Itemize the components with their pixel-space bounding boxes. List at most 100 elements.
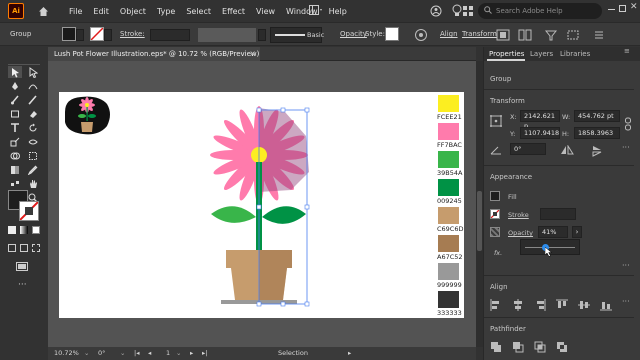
maximize-icon[interactable] bbox=[619, 5, 626, 12]
blend-tool-icon[interactable] bbox=[8, 178, 22, 190]
hand-tool-icon[interactable] bbox=[26, 178, 40, 190]
width-tool-icon[interactable] bbox=[26, 136, 40, 148]
rotate-tool-icon[interactable] bbox=[26, 122, 40, 134]
profile-dropdown[interactable] bbox=[258, 29, 266, 41]
document-tab[interactable]: Lush Pot Flower Illustration.eps* @ 10.7… bbox=[48, 47, 260, 61]
w-field[interactable]: 454.762 pt bbox=[574, 110, 620, 122]
none-mode-icon[interactable] bbox=[32, 226, 40, 234]
opacity-slider-popup[interactable] bbox=[520, 239, 580, 257]
variable-width-profile[interactable] bbox=[198, 28, 256, 42]
direct-selection-tool-icon[interactable] bbox=[26, 66, 40, 78]
menu-file[interactable]: File bbox=[69, 7, 82, 16]
minimize-icon[interactable] bbox=[608, 9, 615, 10]
close-document-icon[interactable]: × bbox=[249, 47, 256, 61]
stroke-label[interactable]: Stroke: bbox=[120, 30, 145, 38]
color-swatch[interactable] bbox=[438, 291, 459, 308]
menu-type[interactable]: Type bbox=[157, 7, 175, 16]
color-swatch[interactable] bbox=[438, 235, 459, 252]
stroke-label[interactable]: Stroke bbox=[508, 211, 529, 219]
artwork[interactable] bbox=[59, 92, 464, 318]
tab-layers[interactable]: Layers bbox=[530, 50, 553, 58]
opacity-field[interactable]: 41% bbox=[538, 226, 568, 238]
align-label[interactable]: Align bbox=[440, 30, 458, 38]
edit-toolbar-icon[interactable]: ··· bbox=[18, 280, 27, 290]
reference-point-icon[interactable] bbox=[490, 115, 502, 129]
flip-horizontal-icon[interactable] bbox=[560, 144, 574, 157]
intersect-icon[interactable] bbox=[534, 341, 546, 353]
align-left-icon[interactable] bbox=[490, 299, 502, 311]
lightbulb-icon[interactable] bbox=[452, 4, 462, 19]
pen-tool-icon[interactable] bbox=[8, 80, 22, 92]
color-swatch[interactable] bbox=[438, 123, 459, 140]
align-horizontal-center-icon[interactable] bbox=[512, 299, 524, 311]
draw-normal-icon[interactable] bbox=[8, 244, 16, 252]
menu-select[interactable]: Select bbox=[186, 7, 211, 16]
align-vertical-center-icon[interactable] bbox=[578, 299, 590, 311]
menu-effect[interactable]: Effect bbox=[222, 7, 245, 16]
color-swatch[interactable] bbox=[438, 95, 459, 112]
flip-vertical-icon[interactable] bbox=[592, 145, 602, 159]
transform-options-icon[interactable] bbox=[566, 29, 580, 43]
y-field[interactable]: 1107.9418 bbox=[520, 127, 560, 139]
previous-artboard-icon[interactable]: ◂ bbox=[148, 349, 151, 357]
stroke-indicator[interactable] bbox=[19, 201, 39, 221]
next-artboard-icon[interactable]: ▸ bbox=[190, 349, 193, 357]
workspace-switcher-icon[interactable] bbox=[309, 5, 323, 19]
screen-mode-icon[interactable] bbox=[16, 262, 28, 274]
tab-libraries[interactable]: Libraries bbox=[560, 50, 590, 58]
artboard-number[interactable]: 1 bbox=[166, 349, 170, 357]
rotation-dropdown-icon[interactable]: ⌄ bbox=[120, 349, 125, 357]
rotate-field[interactable]: 0° bbox=[510, 143, 546, 155]
h-field[interactable]: 1858.3963 bbox=[574, 127, 620, 139]
paintbrush-tool-icon[interactable] bbox=[8, 94, 22, 106]
type-tool-icon[interactable] bbox=[8, 122, 22, 134]
stroke-color-swatch[interactable] bbox=[490, 209, 500, 219]
menu-view[interactable]: View bbox=[256, 7, 275, 16]
rotate-angle-icon[interactable] bbox=[490, 145, 502, 157]
quick-actions-icon[interactable] bbox=[518, 29, 532, 43]
fx-label[interactable]: fx. bbox=[494, 249, 502, 257]
minus-front-icon[interactable] bbox=[512, 341, 524, 353]
color-swatch[interactable] bbox=[438, 179, 459, 196]
graphic-style-swatch[interactable] bbox=[385, 27, 399, 41]
curvature-tool-icon[interactable] bbox=[26, 80, 40, 92]
unite-icon[interactable] bbox=[490, 341, 502, 353]
stroke-swatch[interactable] bbox=[90, 27, 104, 41]
transform-label[interactable]: Transform bbox=[462, 30, 497, 38]
search-input[interactable]: Search Adobe Help bbox=[478, 3, 602, 19]
first-artboard-icon[interactable]: |◂ bbox=[134, 349, 139, 357]
menu-object[interactable]: Object bbox=[120, 7, 146, 16]
fill-swatch[interactable] bbox=[62, 27, 76, 41]
last-artboard-icon[interactable]: ▸| bbox=[202, 349, 207, 357]
share-icon[interactable] bbox=[430, 5, 442, 19]
artboard-dropdown-icon[interactable]: ⌄ bbox=[176, 349, 181, 357]
opacity-expand-icon[interactable]: › bbox=[572, 226, 582, 238]
scale-tool-icon[interactable] bbox=[8, 136, 22, 148]
fill-dropdown[interactable] bbox=[76, 29, 84, 41]
arrange-icon[interactable] bbox=[462, 5, 474, 19]
align-top-icon[interactable] bbox=[556, 299, 568, 311]
color-swatch[interactable] bbox=[438, 207, 459, 224]
pencil-tool-icon[interactable] bbox=[26, 94, 40, 106]
gradient-tool-icon[interactable] bbox=[8, 164, 22, 176]
zoom-level[interactable]: 10.72% bbox=[54, 349, 79, 357]
menu-edit[interactable]: Edit bbox=[93, 7, 109, 16]
more-transform-options-icon[interactable]: ··· bbox=[622, 143, 630, 152]
panel-menu-icon[interactable] bbox=[594, 29, 604, 43]
stroke-weight-field[interactable] bbox=[540, 208, 576, 220]
brush-definition[interactable]: Basic bbox=[270, 27, 324, 43]
fill-color-swatch[interactable] bbox=[490, 191, 500, 201]
opacity-label[interactable]: Opacity bbox=[340, 30, 367, 38]
selection-filter-icon[interactable] bbox=[544, 29, 558, 43]
stroke-weight-field[interactable] bbox=[150, 29, 190, 41]
home-icon[interactable] bbox=[36, 4, 50, 18]
status-menu-icon[interactable]: ▸ bbox=[348, 349, 351, 357]
rotation-value[interactable]: 0° bbox=[98, 349, 105, 357]
eraser-tool-icon[interactable] bbox=[26, 108, 40, 120]
vertical-scrollbar[interactable] bbox=[476, 61, 483, 347]
x-field[interactable]: 2142.621 p bbox=[520, 110, 560, 130]
color-swatch[interactable] bbox=[438, 151, 459, 168]
draw-behind-icon[interactable] bbox=[20, 244, 28, 252]
panel-menu-icon[interactable]: ≡ bbox=[624, 47, 630, 55]
scrollbar-thumb[interactable] bbox=[477, 191, 482, 251]
